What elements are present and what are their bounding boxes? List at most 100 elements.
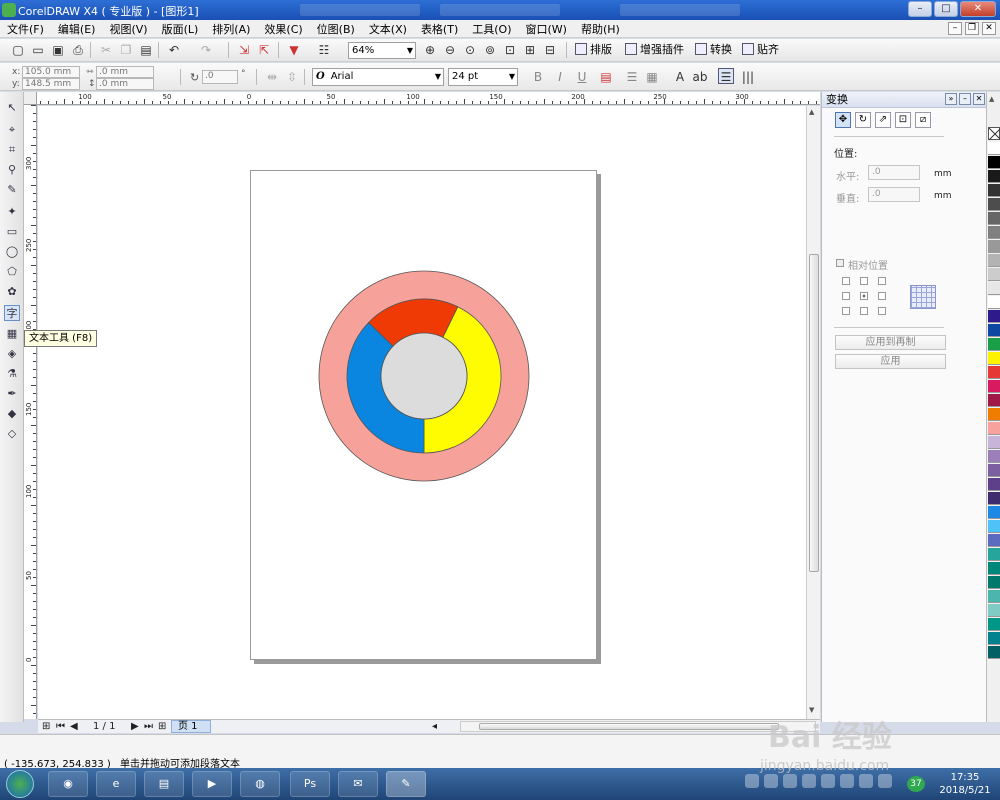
vertical-position-field[interactable]: .0 <box>868 187 920 202</box>
tray-icon[interactable] <box>840 774 854 788</box>
docker-minimize-icon[interactable]: – <box>959 93 971 105</box>
size-tab-icon[interactable]: ⊡ <box>895 112 911 128</box>
coreldraw-task-icon[interactable]: ✎ <box>386 771 426 797</box>
tray-badge[interactable]: 37 <box>907 776 925 792</box>
palette-swatch[interactable] <box>988 590 1000 603</box>
palette-swatch[interactable] <box>988 296 1000 309</box>
palette-swatch[interactable] <box>988 562 1000 575</box>
tray-icon[interactable] <box>821 774 835 788</box>
rotate-tab-icon[interactable]: ↻ <box>855 112 871 128</box>
palette-swatch[interactable] <box>988 212 1000 225</box>
palette-swatch[interactable] <box>988 436 1000 449</box>
docker-title: 变换 <box>826 93 848 106</box>
file-explorer-icon[interactable]: ▤ <box>144 771 184 797</box>
palette-swatch[interactable] <box>988 534 1000 547</box>
anchor-middle-left[interactable] <box>842 292 850 300</box>
palette-swatch[interactable] <box>988 520 1000 533</box>
wechat-icon[interactable]: ✉ <box>338 771 378 797</box>
page-navigator: ⊞ ⏮ ◀ 1 / 1 ▶ ⏭ ⊞ 页 1 ◂ <box>38 719 820 733</box>
palette-swatch[interactable] <box>988 142 1000 155</box>
palette-swatch[interactable] <box>988 646 1000 659</box>
palette-swatch[interactable] <box>988 464 1000 477</box>
vertical-scrollbar[interactable]: ▲ ▼ <box>806 106 820 719</box>
anchor-bottom-left[interactable] <box>842 307 850 315</box>
palette-swatch[interactable] <box>988 338 1000 351</box>
docker-close-icon[interactable]: ✕ <box>973 93 985 105</box>
palette-swatch[interactable] <box>988 394 1000 407</box>
anchor-bottom-center[interactable] <box>860 307 868 315</box>
skew-tab-icon[interactable]: ⧄ <box>915 112 931 128</box>
add-page-after-icon[interactable]: ⊞ <box>158 720 166 733</box>
scroll-up-arrow-icon[interactable]: ▲ <box>809 108 814 116</box>
palette-swatch[interactable] <box>988 576 1000 589</box>
palette-swatch[interactable] <box>988 492 1000 505</box>
vertical-unit: mm <box>934 191 952 201</box>
palette-swatch[interactable] <box>988 156 1000 169</box>
relative-position-label: 相对位置 <box>848 261 888 272</box>
palette-swatch[interactable] <box>988 254 1000 267</box>
tray-icon[interactable] <box>859 774 873 788</box>
palette-swatch[interactable] <box>988 548 1000 561</box>
horizontal-scroll-thumb[interactable] <box>479 723 779 730</box>
palette-scroll-up-icon[interactable]: ▲ <box>989 95 994 103</box>
tray-icon[interactable] <box>878 774 892 788</box>
anchor-bottom-right[interactable] <box>878 307 886 315</box>
relative-position-checkbox[interactable] <box>836 259 844 267</box>
palette-swatch[interactable] <box>988 604 1000 617</box>
docker-collapse-icon[interactable]: » <box>945 93 957 105</box>
palette-swatch[interactable] <box>988 226 1000 239</box>
ie-browser-icon[interactable]: e <box>96 771 136 797</box>
scroll-left-arrow-icon[interactable]: ◂ <box>432 720 437 733</box>
palette-swatch[interactable] <box>988 240 1000 253</box>
palette-swatch[interactable] <box>988 632 1000 645</box>
palette-swatch[interactable] <box>988 408 1000 421</box>
taskbar-app-icon[interactable]: ◉ <box>48 771 88 797</box>
palette-swatch[interactable] <box>988 198 1000 211</box>
scale-tab-icon[interactable]: ⇗ <box>875 112 891 128</box>
prev-page-icon[interactable]: ◀ <box>70 720 78 733</box>
palette-swatch[interactable] <box>988 478 1000 491</box>
horizontal-scrollbar[interactable] <box>460 721 816 732</box>
last-page-icon[interactable]: ⏭ <box>144 720 153 733</box>
no-color-x-icon <box>989 128 1000 140</box>
system-clock[interactable]: 17:35 2018/5/21 <box>935 771 995 797</box>
tray-icon[interactable] <box>783 774 797 788</box>
apply-button[interactable]: 应用 <box>835 354 946 369</box>
tray-icon[interactable] <box>745 774 759 788</box>
palette-swatch[interactable] <box>988 506 1000 519</box>
palette-swatch[interactable] <box>988 324 1000 337</box>
anchor-center[interactable] <box>860 292 868 300</box>
palette-swatch[interactable] <box>988 184 1000 197</box>
clock-date: 2018/5/21 <box>939 785 991 796</box>
palette-swatch[interactable] <box>988 422 1000 435</box>
anchor-top-center[interactable] <box>860 277 868 285</box>
anchor-top-left[interactable] <box>842 277 850 285</box>
palette-swatch[interactable] <box>988 352 1000 365</box>
palette-swatch[interactable] <box>988 170 1000 183</box>
palette-swatch[interactable] <box>988 310 1000 323</box>
start-button[interactable] <box>6 770 34 798</box>
palette-swatch[interactable] <box>988 618 1000 631</box>
next-page-icon[interactable]: ▶ <box>131 720 139 733</box>
tray-icon[interactable] <box>802 774 816 788</box>
palette-swatch[interactable] <box>988 450 1000 463</box>
media-player-icon[interactable]: ▶ <box>192 771 232 797</box>
anchor-middle-right[interactable] <box>878 292 886 300</box>
position-section-label: 位置: <box>834 149 858 160</box>
vertical-scroll-thumb[interactable] <box>809 254 819 572</box>
page-tab-1[interactable]: 页 1 <box>171 720 211 733</box>
anchor-top-right[interactable] <box>878 277 886 285</box>
palette-swatch[interactable] <box>988 380 1000 393</box>
first-page-icon[interactable]: ⏮ <box>56 720 65 733</box>
position-tab-icon[interactable]: ✥ <box>835 112 851 128</box>
photoshop-icon[interactable]: Ps <box>290 771 330 797</box>
tray-icon[interactable] <box>764 774 778 788</box>
apply-to-duplicate-button[interactable]: 应用到再制 <box>835 335 946 350</box>
palette-swatch[interactable] <box>988 282 1000 295</box>
palette-swatch[interactable] <box>988 366 1000 379</box>
add-page-icon[interactable]: ⊞ <box>42 720 50 733</box>
no-color-swatch[interactable] <box>988 127 1000 140</box>
browser-green-icon[interactable]: ◍ <box>240 771 280 797</box>
palette-swatch[interactable] <box>988 268 1000 281</box>
horizontal-position-field[interactable]: .0 <box>868 165 920 180</box>
